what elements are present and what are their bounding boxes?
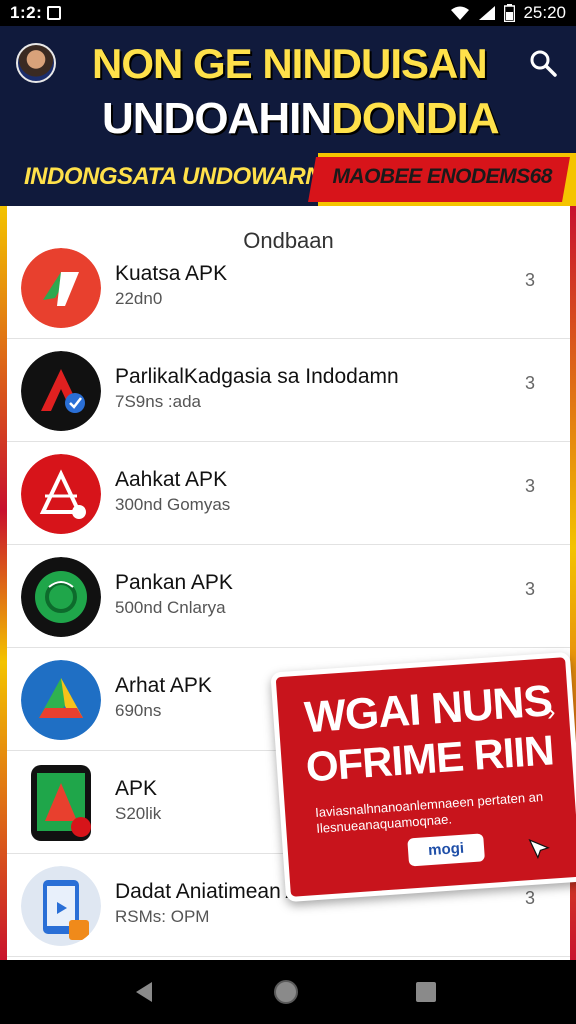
wifi-icon — [451, 6, 470, 20]
app-name: Pankan APK — [115, 571, 233, 594]
more-icon[interactable]: 3 — [525, 476, 535, 497]
more-icon[interactable]: 3 — [525, 270, 535, 291]
home-icon[interactable] — [270, 976, 302, 1008]
list-item[interactable]: ParlikalKadgasia sa Indodamn 7S9ns :ada … — [7, 339, 570, 442]
back-icon[interactable] — [128, 976, 160, 1008]
promo-badge[interactable]: mogi — [407, 833, 486, 867]
app-icon-kuatsa — [21, 248, 101, 328]
list-item[interactable]: Kuatsa APK 22dn0 3 — [7, 236, 570, 339]
header-strip-right[interactable]: MAOBEE ENODEMS68 — [308, 157, 570, 202]
promo-banner[interactable]: WGAI NUNS OFRIME RIIN Iaviasnalhnanoanle… — [270, 651, 576, 903]
app-sub: 690ns — [115, 701, 162, 720]
more-icon[interactable]: 3 — [525, 888, 535, 909]
status-bar: 1:2: 25:20 — [0, 0, 576, 26]
header-strip-right-text: MAOBEE ENODEMS68 — [332, 165, 552, 188]
notification-icon — [47, 6, 62, 20]
app-icon-aahkat — [21, 454, 101, 534]
status-time: 1:2: — [10, 3, 43, 22]
promo-body: Iaviasnalhnanoanlemnaeen pertaten an Ile… — [314, 789, 544, 836]
header-strip-left-text: INDONGSATA UNDOWARN — [24, 163, 323, 190]
app-name: Arhat APK — [115, 674, 212, 697]
app-sub: S20lik — [115, 804, 162, 823]
app-name: Kuatsa APK — [115, 262, 228, 285]
search-icon[interactable] — [528, 48, 558, 78]
recents-icon[interactable] — [410, 976, 442, 1008]
app-icon-dadat — [21, 866, 101, 946]
header-title-line2: UNDOAHINDONDIA — [102, 94, 522, 144]
app-icon-apk — [21, 763, 101, 843]
more-icon[interactable]: 3 — [525, 373, 535, 394]
app-name: Aahkat APK — [115, 468, 228, 491]
app-icon-pankan — [21, 557, 101, 637]
app-sub: 500nd Cnlarya — [115, 598, 226, 617]
app-icon-parlikal — [21, 351, 101, 431]
list-item[interactable]: Pankan APK 500nd Cnlarya 3 — [7, 545, 570, 648]
signal-icon — [479, 6, 496, 20]
app-icon-arhat — [21, 660, 101, 740]
more-icon[interactable]: 3 — [525, 579, 535, 600]
app-name: APK — [115, 777, 158, 800]
app-sub: RSMs: OPM — [115, 907, 210, 926]
cursor-icon — [528, 838, 550, 860]
app-sub: 300nd Gomyas — [115, 495, 231, 514]
header-title-line1: NON GE NINDUISAN — [92, 40, 488, 87]
app-sub: 22dn0 — [115, 289, 163, 308]
battery-icon — [504, 4, 516, 22]
app-sub: 7S9ns :ada — [115, 392, 202, 411]
app-screen: 1:2: 25:20 NON GE NINDUISAN UNDOAHINDOND… — [0, 0, 576, 1024]
header-strip-left: INDONGSATA UNDOWARN — [0, 153, 323, 206]
avatar[interactable] — [16, 43, 56, 83]
navigation-bar — [0, 960, 576, 1024]
status-clock: 25:20 — [523, 3, 566, 22]
header-banner: NON GE NINDUISAN UNDOAHINDONDIA INDONGSA… — [0, 26, 576, 206]
header-title-line2-part2: DONDIA — [331, 94, 500, 143]
chevron-right-icon[interactable]: › — [546, 696, 557, 728]
header-title-line2-part1: UNDOAHIN — [102, 94, 332, 143]
status-icons: 25:20 — [450, 3, 566, 23]
list-item[interactable]: Aahkat APK 300nd Gomyas 3 — [7, 442, 570, 545]
app-name: ParlikalKadgasia sa Indodamn — [115, 365, 399, 388]
